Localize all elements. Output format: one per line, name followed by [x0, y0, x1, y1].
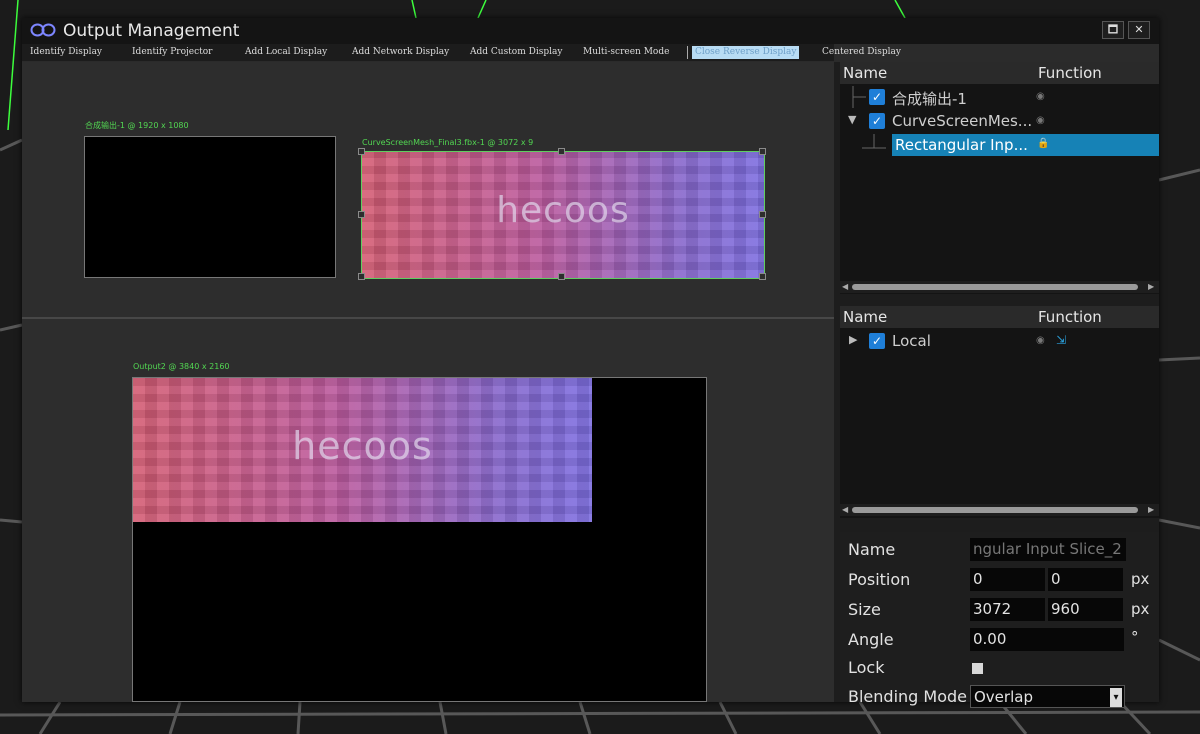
tree-row-local[interactable]: ▶ ✓ Local ◉ ⇲	[840, 330, 1159, 352]
scroll-left-icon[interactable]: ◀	[842, 504, 848, 516]
window-title: Output Management	[63, 21, 240, 41]
eye-icon[interactable]: ◉	[1036, 335, 1045, 346]
size-width-field[interactable]: 3072	[970, 598, 1045, 621]
resize-handle[interactable]	[358, 273, 365, 280]
blending-mode-label: Blending Mode	[848, 687, 967, 706]
add-network-display-button[interactable]: Add Network Display	[352, 46, 449, 59]
toolbar-menu: Identify Display Identify Projector Add …	[22, 44, 901, 61]
visibility-checkbox[interactable]: ✓	[869, 113, 885, 129]
horizontal-scrollbar[interactable]: ◀ ▶	[840, 281, 1159, 293]
size-unit: px	[1131, 600, 1150, 618]
scroll-right-icon[interactable]: ▶	[1148, 281, 1154, 293]
maximize-icon[interactable]: 🗖	[1102, 21, 1124, 39]
position-y-field[interactable]: 0	[1048, 568, 1123, 591]
resize-handle[interactable]	[759, 273, 766, 280]
resize-handle[interactable]	[358, 148, 365, 155]
add-custom-display-button[interactable]: Add Custom Display	[470, 46, 562, 59]
tree-row-rectangular-input[interactable]: Rectangular Inp... 🔒	[840, 134, 1159, 156]
selection-outline	[361, 151, 765, 279]
tree-item-label: Local	[892, 332, 931, 350]
chevron-right-icon[interactable]: ▶	[849, 333, 857, 346]
horizontal-scrollbar[interactable]: ◀ ▶	[840, 504, 1159, 516]
visibility-checkbox[interactable]: ✓	[869, 89, 885, 105]
column-function-header[interactable]: Function	[1038, 308, 1102, 326]
resize-handle[interactable]	[358, 211, 365, 218]
add-local-display-button[interactable]: Add Local Display	[245, 46, 327, 59]
position-x-field[interactable]: 0	[970, 568, 1045, 591]
visibility-checkbox[interactable]: ✓	[869, 333, 885, 349]
output-mesh-preview[interactable]: hecoos	[133, 378, 592, 522]
export-icon[interactable]: ⇲	[1056, 333, 1066, 347]
position-label: Position	[848, 570, 911, 589]
display-canvas-bottom[interactable]: Output2 @ 3840 x 2160 hecoos	[22, 319, 834, 702]
position-unit: px	[1131, 570, 1150, 588]
app-logo-icon	[30, 23, 56, 37]
right-sidebar: Name Function ✓ 合成输出-1 ◉ ▼ ✓ CurveScreen…	[834, 62, 1159, 708]
scroll-right-icon[interactable]: ▶	[1148, 504, 1154, 516]
chevron-down-icon[interactable]: ▾	[1110, 688, 1122, 707]
display-label: CurveScreenMesh_Final3.fbx-1 @ 3072 x 9	[362, 138, 534, 147]
lock-label: Lock	[848, 658, 885, 677]
tree-item-label: CurveScreenMes...	[892, 112, 1033, 130]
identify-projector-button[interactable]: Identify Projector	[132, 46, 212, 59]
close-reverse-display-button[interactable]: Close Reverse Display	[692, 46, 800, 59]
display-tree-panel: Name Function ✓ 合成输出-1 ◉ ▼ ✓ CurveScreen…	[840, 62, 1159, 294]
properties-panel: Name ngular Input Slice_2 Position 0 0 p…	[840, 532, 1159, 708]
scroll-left-icon[interactable]: ◀	[842, 281, 848, 293]
scrollbar-thumb[interactable]	[852, 284, 1138, 290]
close-icon[interactable]: ✕	[1128, 21, 1150, 39]
size-height-field[interactable]: 960	[1048, 598, 1123, 621]
resize-handle[interactable]	[759, 148, 766, 155]
display-1-preview[interactable]	[84, 136, 336, 278]
size-label: Size	[848, 600, 881, 619]
blending-mode-select[interactable]: Overlap ▾	[970, 685, 1125, 708]
angle-field[interactable]: 0.00	[970, 628, 1124, 651]
tree-item-label: 合成输出-1	[892, 90, 967, 108]
title-bar: Output Management 🗖 ✕	[22, 18, 1159, 44]
output-header: Name Function	[840, 306, 1159, 328]
tree-row-output-1[interactable]: ✓ 合成输出-1 ◉	[840, 86, 1159, 108]
column-name-header[interactable]: Name	[843, 64, 887, 82]
output-tree-panel: Name Function ▶ ✓ Local ◉ ⇲ ◀ ▶	[840, 306, 1159, 518]
lock-icon[interactable]: 🔒	[1037, 138, 1049, 149]
tree-row-curve-screen-mesh[interactable]: ▼ ✓ CurveScreenMes... ◉	[840, 110, 1159, 132]
display-canvas-top[interactable]: 合成输出-1 @ 1920 x 1080 CurveScreenMesh_Fin…	[22, 62, 834, 318]
lock-checkbox[interactable]	[972, 663, 983, 674]
angle-label: Angle	[848, 630, 894, 649]
column-function-header[interactable]: Function	[1038, 64, 1102, 82]
identify-display-button[interactable]: Identify Display	[30, 46, 102, 59]
angle-unit: °	[1131, 628, 1139, 646]
chevron-down-icon[interactable]: ▼	[848, 113, 856, 126]
eye-icon[interactable]: ◉	[1036, 115, 1045, 126]
tree-item-label: Rectangular Inp...	[895, 136, 1028, 154]
resize-handle[interactable]	[558, 273, 565, 280]
multi-screen-mode-button[interactable]: Multi-screen Mode	[583, 46, 669, 59]
mesh-logo: hecoos	[292, 424, 433, 468]
eye-icon[interactable]: ◉	[1036, 91, 1045, 102]
name-label: Name	[848, 540, 896, 559]
tree-connector	[862, 134, 886, 149]
resize-handle[interactable]	[759, 211, 766, 218]
blending-mode-value: Overlap	[974, 688, 1033, 706]
display-label: 合成输出-1 @ 1920 x 1080	[85, 121, 189, 130]
centered-display-button[interactable]: Centered Display	[822, 46, 901, 59]
scrollbar-thumb[interactable]	[852, 507, 1138, 513]
tree-connector	[852, 86, 866, 108]
name-field[interactable]: ngular Input Slice_2	[970, 538, 1126, 561]
output-label: Output2 @ 3840 x 2160	[133, 362, 230, 371]
resize-handle[interactable]	[558, 148, 565, 155]
tree-header: Name Function	[840, 62, 1159, 84]
output-management-window: Output Management 🗖 ✕ Identify Display I…	[22, 18, 1159, 708]
column-name-header[interactable]: Name	[843, 308, 887, 326]
menu-separator	[687, 46, 688, 59]
